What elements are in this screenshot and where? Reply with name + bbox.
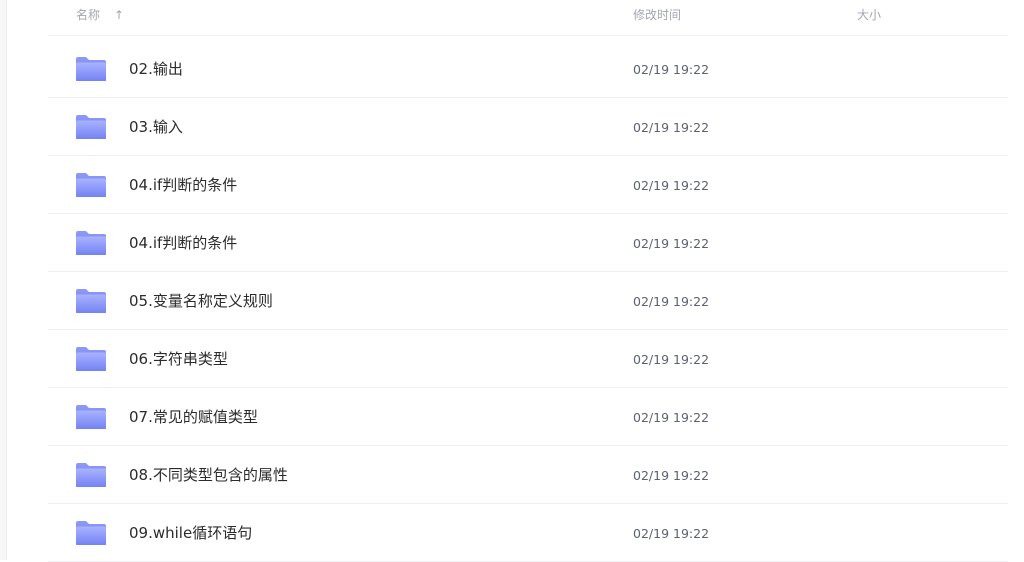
file-name[interactable]: 03.输入 [129,117,183,137]
folder-icon [75,520,107,546]
file-row[interactable]: 04.if判断的条件 02/19 19:22 [48,156,1008,214]
left-gutter [0,0,7,560]
file-row[interactable]: 05.变量名称定义规则 02/19 19:22 [48,272,1008,330]
file-name[interactable]: 04.if判断的条件 [129,233,237,253]
folder-icon [75,346,107,372]
column-header-name[interactable]: 名称 [76,7,100,23]
file-row[interactable]: 07.常见的赋值类型 02/19 19:22 [48,388,1008,446]
file-modified-time: 02/19 19:22 [633,468,710,483]
file-name[interactable]: 02.输出 [129,59,183,79]
file-row[interactable]: 02.输出 02/19 19:22 [48,40,1008,98]
file-name[interactable]: 04.if判断的条件 [129,175,237,195]
folder-icon [75,230,107,256]
header-divider [48,35,1008,36]
file-list-header: 名称 ↑ 修改时间 大小 [0,0,1024,34]
column-header-modified[interactable]: 修改时间 [633,7,681,23]
folder-icon [75,172,107,198]
file-modified-time: 02/19 19:22 [633,178,710,193]
folder-icon [75,114,107,140]
folder-icon [75,462,107,488]
file-list: 02.输出 02/19 19:22 03.输入 02/19 19:22 04.i… [48,40,1008,562]
file-name[interactable]: 05.变量名称定义规则 [129,291,273,311]
folder-icon [75,288,107,314]
file-row[interactable]: 03.输入 02/19 19:22 [48,98,1008,156]
file-row[interactable]: 06.字符串类型 02/19 19:22 [48,330,1008,388]
file-modified-time: 02/19 19:22 [633,526,710,541]
file-modified-time: 02/19 19:22 [633,120,710,135]
file-name[interactable]: 06.字符串类型 [129,349,228,369]
file-row[interactable]: 04.if判断的条件 02/19 19:22 [48,214,1008,272]
file-modified-time: 02/19 19:22 [633,236,710,251]
column-header-size[interactable]: 大小 [857,7,881,23]
file-name[interactable]: 07.常见的赋值类型 [129,407,258,427]
file-name[interactable]: 08.不同类型包含的属性 [129,465,288,485]
file-row[interactable]: 09.while循环语句 02/19 19:22 [48,504,1008,562]
sort-arrow-icon[interactable]: ↑ [114,7,124,23]
file-modified-time: 02/19 19:22 [633,294,710,309]
file-row[interactable]: 08.不同类型包含的属性 02/19 19:22 [48,446,1008,504]
folder-icon [75,56,107,82]
folder-icon [75,404,107,430]
file-modified-time: 02/19 19:22 [633,410,710,425]
file-modified-time: 02/19 19:22 [633,62,710,77]
file-name[interactable]: 09.while循环语句 [129,523,252,543]
file-modified-time: 02/19 19:22 [633,352,710,367]
